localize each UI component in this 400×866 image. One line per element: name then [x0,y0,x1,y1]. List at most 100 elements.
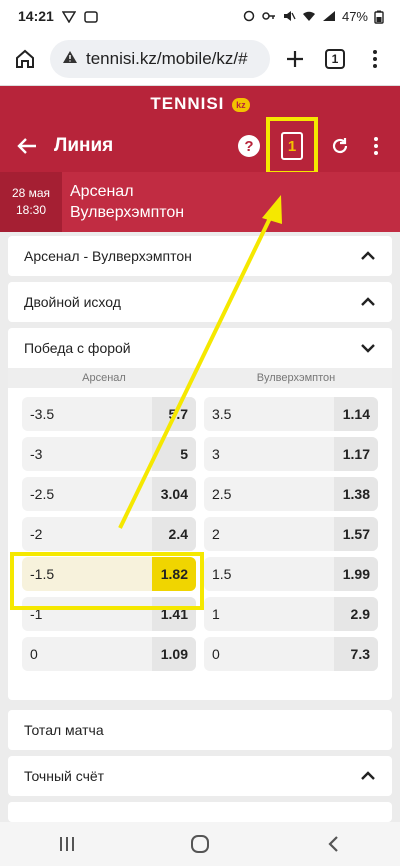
odd-value: 1.09 [152,637,196,671]
new-tab-icon[interactable] [280,44,310,74]
handicap-value: 2.5 [212,486,232,502]
back-button-icon[interactable] [303,824,363,864]
section-total[interactable]: Тотал матча [8,710,392,750]
highlight-box [10,552,204,610]
odd-value: 1.99 [334,557,378,591]
odd-button[interactable]: 1 2.9 [204,597,378,631]
brand-name: TENNISI [150,94,225,113]
shield-icon [61,10,77,24]
handicap-columns: Арсенал Вулверхэмптон [8,368,392,388]
handicap-value: -3.5 [30,406,55,422]
odd-value: 5 [152,437,196,471]
odd-button[interactable]: 2 1.57 [204,517,378,551]
more-icon[interactable] [360,130,392,162]
odd-value: 5.7 [152,397,196,431]
battery-icon [374,10,388,24]
warning-icon [62,49,78,69]
mute-icon [282,10,296,22]
handicap-value: 0 [30,646,38,662]
key-icon [262,10,276,22]
odd-value: 1.38 [334,477,378,511]
page-title: Линия [54,135,114,156]
odd-button[interactable]: 2.5 1.38 [204,477,378,511]
team-away: Вулверхэмптон [70,204,185,221]
handicap-value: 1.5 [212,566,232,582]
help-icon[interactable]: ? [238,135,260,157]
chevron-up-icon [361,251,375,260]
wifi-icon [302,10,316,22]
odd-button[interactable]: -2 2.4 [22,517,196,551]
match-time: 18:30 [15,203,47,217]
section-title: Тотал матча [24,722,104,738]
handicap-value: 3.5 [212,406,232,422]
odd-button[interactable]: 0 1.09 [22,637,196,671]
browser-menu-icon[interactable] [360,44,390,74]
odd-button[interactable]: -3.5 5.7 [22,397,196,431]
column-away: Вулверхэмптон [256,372,336,384]
handicap-value: 3 [212,446,220,462]
brand-badge: kz [232,97,250,112]
handicap-header[interactable]: Победа с форой [8,328,392,368]
url-text: tennisi.kz/mobile/kz/# [86,48,248,68]
column-home: Арсенал [82,372,126,384]
brand-logo[interactable]: TENNISI kz [0,94,400,114]
battery-level: 47% [341,8,368,24]
match-date: 28 мая [11,186,51,200]
refresh-icon[interactable] [324,130,356,162]
section-partial [8,802,392,822]
team-home: Арсенал [70,183,134,200]
status-bar: 14:21 47% [0,0,400,32]
odd-value: 2.4 [152,517,196,551]
odd-button[interactable]: 3.5 1.14 [204,397,378,431]
handicap-row: 0 1.09 0 7.3 [8,634,392,674]
system-nav-bar [0,822,400,866]
odd-button[interactable]: 1.5 1.99 [204,557,378,591]
home-button-icon[interactable] [170,824,230,864]
chevron-down-icon [361,344,375,353]
bet-slip-count: 1 [281,132,303,160]
match-info: 28 мая 18:30 Арсенал Вулверхэмптон [0,172,400,232]
recent-apps-icon[interactable] [37,824,97,864]
signal-icon [322,10,336,22]
chevron-up-icon [361,297,375,306]
section-correct-score[interactable]: Точный счёт [8,756,392,796]
odd-button[interactable]: -3 5 [22,437,196,471]
match-datetime: 28 мая 18:30 [0,172,62,232]
handicap-row: -3.5 5.7 3.5 1.14 [8,394,392,434]
handicap-value: -2.5 [30,486,55,502]
notification-icon [84,10,98,23]
handicap-value: 1 [212,606,220,622]
handicap-row: -2.5 3.04 2.5 1.38 [8,474,392,514]
alarm-icon [242,10,256,22]
app-header: TENNISI kz Линия ? 1 [0,86,400,175]
section-title: Победа с форой [24,340,131,356]
section-title: Двойной исход [24,294,121,310]
odd-button[interactable]: -2.5 3.04 [22,477,196,511]
handicap-value: 0 [212,646,220,662]
handicap-row: -3 5 3 1.17 [8,434,392,474]
odd-button[interactable]: 0 7.3 [204,637,378,671]
section-double-chance[interactable]: Двойной исход [8,282,392,322]
section-title: Точный счёт [24,768,105,784]
section-handicap: Победа с форой Арсенал Вулверхэмптон -3.… [8,328,392,700]
odd-value: 7.3 [334,637,378,671]
bet-slip-button[interactable]: 1 [266,117,318,175]
back-arrow-icon[interactable] [0,126,54,166]
handicap-value: -2 [30,526,43,542]
odd-button[interactable]: 3 1.17 [204,437,378,471]
tab-count: 1 [325,48,345,69]
tab-switcher-button[interactable]: 1 [320,44,350,74]
url-bar[interactable]: tennisi.kz/mobile/kz/# [50,39,270,78]
home-icon[interactable] [10,44,40,74]
chevron-up-icon [361,771,375,780]
section-title: Арсенал - Вулверхэмптон [24,248,192,264]
odd-value: 2.9 [334,597,378,631]
section-match[interactable]: Арсенал - Вулверхэмптон [8,236,392,276]
status-time: 14:21 [18,8,54,24]
handicap-value: 2 [212,526,220,542]
odd-value: 3.04 [152,477,196,511]
odd-value: 1.17 [334,437,378,471]
odd-value: 1.14 [334,397,378,431]
handicap-row: -2 2.4 2 1.57 [8,514,392,554]
odd-value: 1.57 [334,517,378,551]
